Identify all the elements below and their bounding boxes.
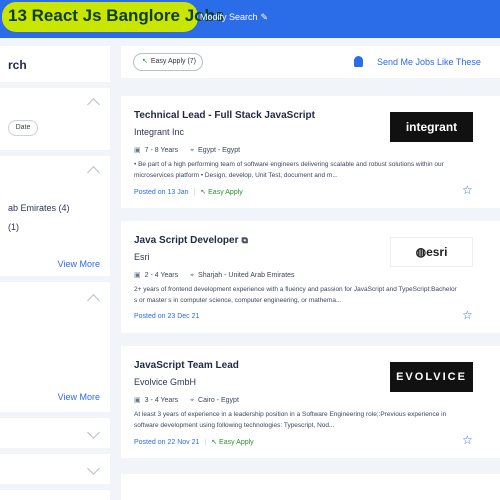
logo-text: integrant (405, 120, 458, 134)
location-text: Egypt - Egypt (198, 147, 241, 154)
filter-search-card: rch (0, 46, 110, 82)
briefcase-icon: ▣ (134, 147, 141, 154)
location-text: Cairo - Egypt (198, 397, 239, 404)
job-title-text: Java Script Developer (134, 235, 239, 246)
job-meta: ▣ 2 - 4 Years ⌖ Sharjah - United Arab Emira… (134, 271, 295, 280)
view-more-link[interactable]: View More (58, 259, 100, 269)
filter-date-card: Date (0, 88, 110, 150)
filter-company-card: View More (0, 282, 110, 412)
easy-apply-icon: ↖ (211, 439, 220, 446)
logo-text: esri (426, 245, 448, 259)
send-me-jobs-link[interactable]: Send Me Jobs Like These (377, 57, 481, 67)
chevron-up-icon[interactable] (87, 98, 100, 111)
posted-date: Posted on 13 Jan (134, 189, 189, 196)
chevron-up-icon[interactable] (87, 294, 100, 307)
filter-collapsed-card (0, 418, 110, 448)
easy-apply-icon: ↖ (200, 189, 209, 196)
experience-text: 2 - 4 Years (144, 272, 179, 279)
bell-icon (354, 56, 363, 67)
filter-search-title: rch (8, 58, 27, 72)
chevron-down-icon[interactable] (87, 426, 100, 439)
job-title[interactable]: JavaScript Team Lead (134, 360, 239, 371)
posted-info: Posted on 13 Jan | ↖ Easy Apply (134, 189, 243, 196)
location-pin-icon: ⌖ (190, 147, 195, 154)
job-card[interactable]: Technical Lead - Full Stack JavaScript I… (121, 96, 500, 208)
posted-info: Posted on 22 Nov 21 | ↖ Easy Apply (134, 439, 254, 446)
filter-collapsed-card (0, 490, 110, 500)
location-item[interactable]: (1) (8, 222, 19, 232)
location-text: Sharjah - United Arab Emirates (198, 272, 295, 279)
briefcase-icon: ▣ (134, 272, 141, 279)
easy-apply-badge: Easy Apply (208, 189, 243, 196)
page-title: 13 React Js Banglore Jobs (8, 6, 225, 25)
company-logo: EVOLVICE (390, 362, 473, 392)
company-name[interactable]: Integrant Inc (134, 127, 184, 137)
briefcase-icon: ▣ (134, 397, 141, 404)
external-link-icon: ⧉ (241, 235, 248, 245)
star-icon[interactable]: ☆ (462, 433, 473, 447)
pencil-icon: ✎ (260, 12, 269, 22)
experience-text: 3 - 4 Years (144, 397, 179, 404)
filter-panel: rch Date ab Emirates (4) (1) View More V… (0, 46, 110, 500)
search-header: 13 React Js Banglore Jobs Modify Search ✎ (0, 0, 500, 38)
company-name[interactable]: Evolvice GmbH (134, 377, 196, 387)
job-description: • Be part of a high performing team of s… (134, 161, 444, 179)
posted-date: Posted on 23 Dec 21 (134, 313, 200, 320)
easy-apply-chip[interactable]: ↖ Easy Apply (7) (133, 53, 203, 71)
modify-search-link[interactable]: Modify Search ✎ (200, 12, 268, 23)
location-pin-icon: ⌖ (190, 272, 195, 279)
company-logo: ◍ esri (390, 237, 473, 267)
view-more-link[interactable]: View More (58, 392, 100, 402)
job-title[interactable]: Java Script Developer ⧉ (134, 235, 248, 246)
filter-location-card: ab Emirates (4) (1) View More (0, 156, 110, 276)
results-toolbar: ↖ Easy Apply (7) Send Me Jobs Like These (121, 46, 500, 78)
company-name[interactable]: Esri (134, 252, 150, 262)
location-item[interactable]: ab Emirates (4) (8, 203, 70, 213)
location-pin-icon: ⌖ (190, 397, 195, 404)
company-logo: integrant (390, 112, 473, 142)
posted-date: Posted on 22 Nov 21 (134, 439, 200, 446)
logo-text: EVOLVICE (396, 371, 467, 383)
job-description: 2+ years of frontend development experie… (134, 286, 457, 304)
star-icon[interactable]: ☆ (462, 308, 473, 322)
job-card[interactable]: Java Script Developer ⧉ Esri ▣ 2 - 4 Years… (121, 221, 500, 333)
job-card[interactable]: JavaScript Team Lead Evolvice GmbH ▣ 3 - … (121, 346, 500, 458)
chevron-up-icon[interactable] (87, 166, 100, 179)
experience-text: 7 - 8 Years (144, 147, 179, 154)
job-card[interactable] (121, 474, 500, 500)
filter-collapsed-card (0, 454, 110, 484)
globe-icon: ◍ (415, 245, 427, 259)
date-filter-button[interactable]: Date (8, 120, 38, 136)
modify-search-label: Modify Search (200, 12, 258, 22)
easy-apply-badge: Easy Apply (219, 439, 254, 446)
job-title[interactable]: Technical Lead - Full Stack JavaScript (134, 110, 315, 121)
easy-apply-icon: ↖ (142, 58, 148, 65)
chevron-down-icon[interactable] (87, 462, 100, 475)
star-icon[interactable]: ☆ (462, 183, 473, 197)
job-meta: ▣ 3 - 4 Years ⌖ Cairo - Egypt (134, 396, 239, 405)
job-meta: ▣ 7 - 8 Years ⌖ Egypt - Egypt (134, 146, 240, 155)
job-description: At least 3 years of experience in a lead… (134, 411, 447, 429)
posted-info: Posted on 23 Dec 21 (134, 313, 199, 320)
easy-apply-chip-label: Easy Apply (7) (150, 58, 197, 65)
